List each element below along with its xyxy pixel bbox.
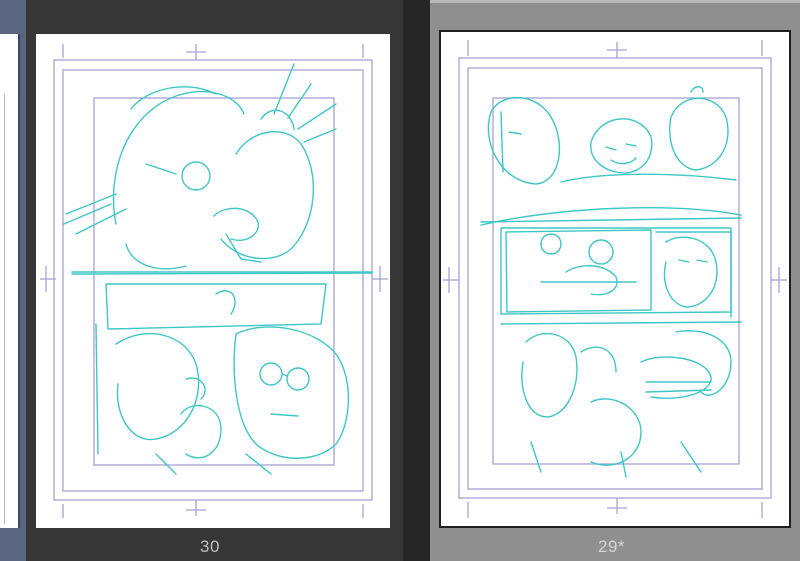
page-29-sketch xyxy=(443,40,787,518)
page-slot-30[interactable]: 30 xyxy=(26,0,403,561)
panel-divider xyxy=(403,0,430,561)
guide-line xyxy=(0,94,5,524)
page-slot-29[interactable]: 29* xyxy=(430,0,800,561)
previous-page-edge[interactable] xyxy=(0,0,26,561)
page-number-label: 30 xyxy=(200,537,220,556)
page-30-sketch xyxy=(40,44,388,518)
selection-top-border xyxy=(430,0,800,3)
page-thumbnail-29[interactable] xyxy=(439,30,791,528)
page-number-label: 29* xyxy=(598,537,626,556)
previous-page-thumbnail[interactable] xyxy=(0,34,20,528)
page-thumbnail-30[interactable] xyxy=(36,34,390,528)
